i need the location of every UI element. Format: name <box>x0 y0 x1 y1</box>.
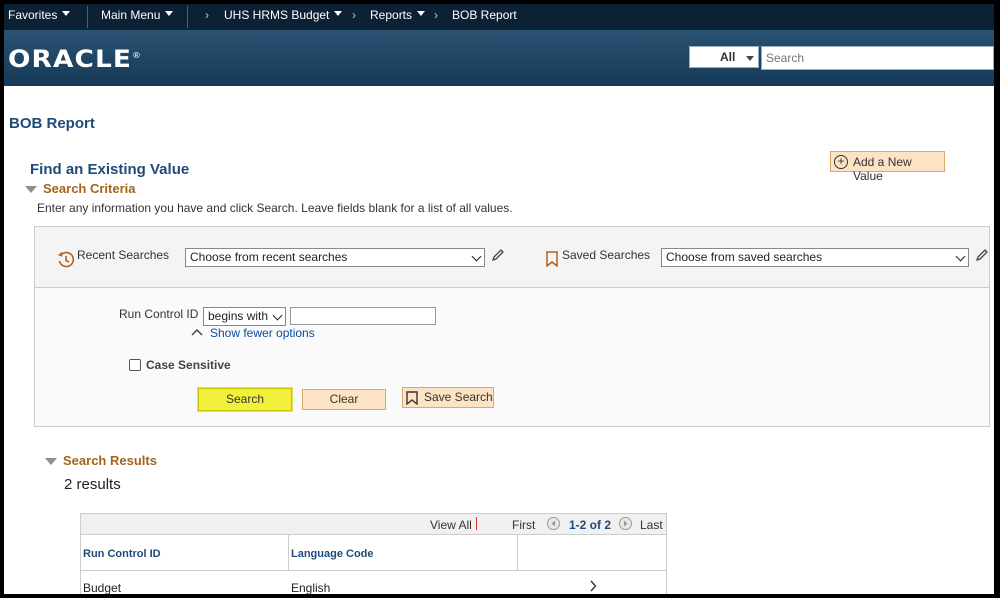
breadcrumb-uhs-hrms-budget[interactable]: UHS HRMS Budget <box>224 4 343 30</box>
bookmark-icon <box>406 391 418 405</box>
last-link[interactable]: Last <box>640 518 663 532</box>
operator-value: begins with <box>208 309 269 323</box>
bookmark-icon <box>546 251 558 267</box>
chevron-down-icon <box>334 11 343 17</box>
nav-divider <box>187 6 188 28</box>
saved-searches-label: Saved Searches <box>562 248 651 262</box>
column-header-language-code[interactable]: Language Code <box>289 535 518 570</box>
chevron-down-icon <box>272 310 283 321</box>
pencil-icon[interactable] <box>975 248 989 262</box>
collapse-triangle-icon <box>45 458 57 465</box>
next-page-icon[interactable] <box>619 517 632 530</box>
clear-button-label: Clear <box>329 392 359 406</box>
nav-divider <box>476 517 477 530</box>
nav-divider <box>87 6 88 28</box>
run-control-id-input[interactable] <box>290 307 436 325</box>
search-criteria-heading: Search Criteria <box>43 181 136 196</box>
chevron-down-icon <box>471 251 482 262</box>
save-search-label: Save Search <box>424 390 493 404</box>
favorites-menu[interactable]: Favorites <box>8 4 71 30</box>
search-category-label: All <box>720 50 736 64</box>
find-existing-value-title: Find an Existing Value <box>30 161 190 178</box>
breadcrumb-label: BOB Report <box>452 8 517 22</box>
previous-page-icon[interactable] <box>547 517 560 530</box>
chevron-up-icon <box>191 328 203 336</box>
pencil-icon[interactable] <box>491 248 505 262</box>
breadcrumb-separator-icon: › <box>205 8 209 22</box>
search-instructions: Enter any information you have and click… <box>37 201 513 215</box>
show-fewer-options-link[interactable]: Show fewer options <box>210 326 315 340</box>
breadcrumb-label: UHS HRMS Budget <box>224 8 330 22</box>
saved-searches-select[interactable]: Choose from saved searches <box>661 248 969 267</box>
first-link[interactable]: First <box>512 518 535 532</box>
main-menu[interactable]: Main Menu <box>101 4 174 30</box>
breadcrumb-bob-report[interactable]: BOB Report <box>452 4 517 30</box>
top-navigation: Favorites Main Menu › UHS HRMS Budget › … <box>4 4 994 30</box>
cell-language-code: English <box>291 581 331 594</box>
grid-navigation-bar: View All First 1-2 of 2 Last <box>81 514 666 535</box>
chevron-down-icon <box>165 11 174 17</box>
page-title: BOB Report <box>9 115 95 132</box>
results-count: 2 results <box>64 476 121 493</box>
app-frame: Favorites Main Menu › UHS HRMS Budget › … <box>4 4 994 594</box>
breadcrumb-label: Reports <box>370 8 413 22</box>
results-grid: View All First 1-2 of 2 Last Run Control… <box>80 513 667 594</box>
plus-circle-icon: + <box>834 155 848 169</box>
column-header-label: Language Code <box>291 548 374 560</box>
clear-button[interactable]: Clear <box>302 389 386 410</box>
chevron-right-icon[interactable] <box>589 580 597 592</box>
grid-header-row: Run Control ID Language Code <box>81 535 666 571</box>
oracle-logo: ORACLE® <box>8 45 142 73</box>
case-sensitive-label: Case Sensitive <box>146 358 231 372</box>
search-button[interactable]: Search <box>198 388 292 411</box>
chevron-down-icon <box>417 11 426 17</box>
saved-searches-value: Choose from saved searches <box>666 250 823 264</box>
chevron-down-icon <box>62 11 71 17</box>
chevron-down-icon <box>746 56 754 61</box>
run-control-id-label: Run Control ID <box>119 307 199 321</box>
add-new-value-label: Add a New Value <box>853 155 912 183</box>
recent-searches-value: Choose from recent searches <box>190 250 348 264</box>
column-header-empty <box>518 535 666 570</box>
global-search-input[interactable] <box>761 46 994 70</box>
branding-header: ORACLE® All <box>4 30 994 86</box>
column-header-label: Run Control ID <box>83 548 161 560</box>
history-icon <box>58 251 75 268</box>
page-range: 1-2 of 2 <box>569 518 612 532</box>
recent-searches-select[interactable]: Choose from recent searches <box>185 248 485 267</box>
recent-searches-label: Recent Searches <box>77 248 170 262</box>
search-button-label: Search <box>225 392 265 406</box>
main-menu-label: Main Menu <box>101 8 161 22</box>
breadcrumb-reports[interactable]: Reports <box>370 4 426 30</box>
search-category-select[interactable]: All <box>689 46 759 68</box>
logo-text: ORACLE <box>8 45 133 73</box>
run-control-operator-select[interactable]: begins with <box>203 307 286 326</box>
breadcrumb-separator-icon: › <box>434 8 438 22</box>
search-criteria-panel: Recent Searches Choose from recent searc… <box>34 226 990 427</box>
save-search-button[interactable]: Save Search <box>402 387 494 408</box>
collapse-triangle-icon <box>25 186 37 193</box>
column-header-run-control-id[interactable]: Run Control ID <box>81 535 289 570</box>
view-all-link[interactable]: View All <box>430 518 472 532</box>
add-new-value-button[interactable]: + Add a New Value <box>830 151 945 183</box>
search-results-heading: Search Results <box>63 453 157 468</box>
table-row[interactable]: Budget English <box>81 571 666 594</box>
favorites-label: Favorites <box>8 8 58 22</box>
cell-run-control-id: Budget <box>83 581 122 594</box>
breadcrumb-separator-icon: › <box>352 8 356 22</box>
chevron-down-icon <box>955 251 966 262</box>
case-sensitive-checkbox[interactable] <box>129 359 141 371</box>
